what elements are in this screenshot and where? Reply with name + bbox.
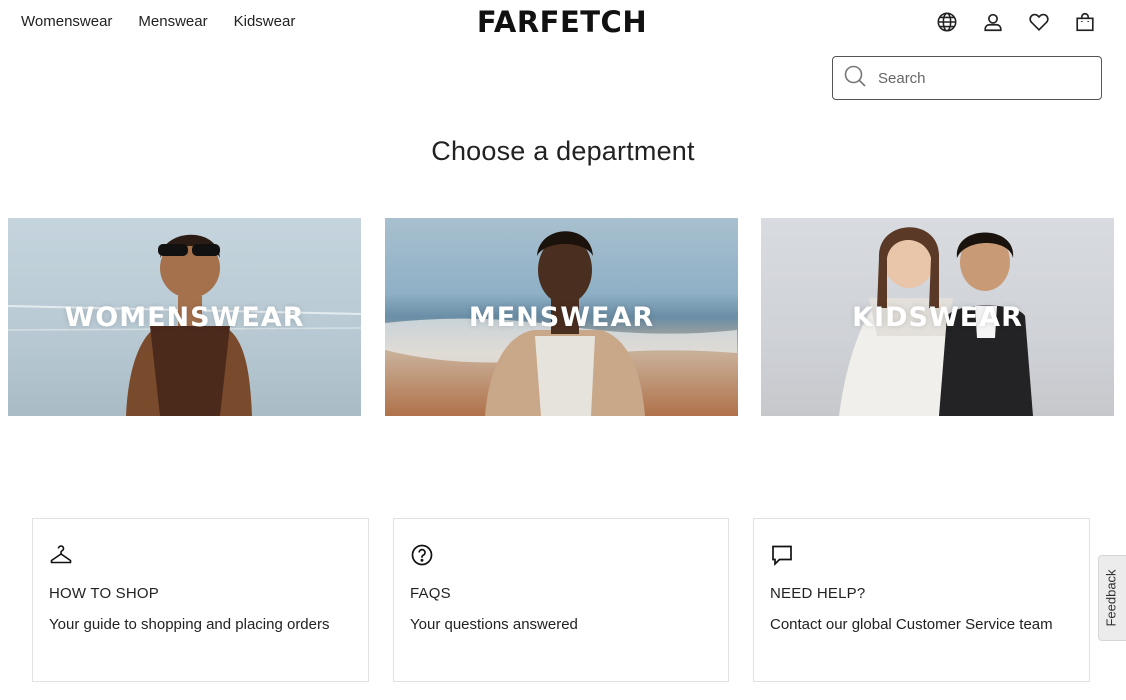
header-icon-group: [935, 10, 1097, 34]
help-card-faqs[interactable]: FAQS Your questions answered: [393, 518, 729, 682]
help-card-description: Contact our global Customer Service team: [770, 616, 1053, 633]
department-tile-womenswear[interactable]: WOMENSWEAR: [8, 218, 361, 416]
shopping-bag-icon[interactable]: [1073, 10, 1097, 34]
farfetch-logo[interactable]: FARFETCH: [460, 6, 664, 38]
department-label-menswear: MENSWEAR: [468, 301, 655, 333]
hanger-icon: [49, 543, 73, 567]
help-card-title: FAQS: [410, 585, 451, 602]
feedback-tab[interactable]: Feedback: [1098, 555, 1126, 641]
department-label-womenswear: WOMENSWEAR: [64, 301, 305, 333]
search-icon: [843, 64, 867, 93]
help-card-description: Your guide to shopping and placing order…: [49, 616, 330, 633]
account-icon[interactable]: [981, 10, 1005, 34]
nav-link-kidswear[interactable]: Kidswear: [234, 12, 296, 32]
help-card-title: HOW TO SHOP: [49, 585, 159, 602]
page-heading: Choose a department: [431, 136, 695, 166]
feedback-label: Feedback: [1103, 569, 1119, 627]
help-card-how-to-shop[interactable]: HOW TO SHOP Your guide to shopping and p…: [32, 518, 369, 682]
chat-bubble-icon: [770, 543, 794, 567]
search-box[interactable]: [832, 56, 1102, 100]
department-tile-menswear[interactable]: MENSWEAR: [385, 218, 738, 416]
nav-link-menswear[interactable]: Menswear: [138, 12, 207, 32]
search-input[interactable]: [878, 69, 1078, 87]
help-card-need-help[interactable]: NEED HELP? Contact our global Customer S…: [753, 518, 1090, 682]
question-circle-icon: [410, 543, 434, 567]
help-card-title: NEED HELP?: [770, 585, 866, 602]
wishlist-heart-icon[interactable]: [1027, 10, 1051, 34]
help-card-description: Your questions answered: [410, 616, 578, 633]
nav-link-womenswear[interactable]: Womenswear: [21, 12, 112, 32]
department-label-kidswear: KIDSWEAR: [852, 301, 1023, 333]
department-nav: Womenswear Menswear Kidswear: [21, 12, 295, 32]
department-tile-kidswear[interactable]: KIDSWEAR: [761, 218, 1114, 416]
globe-icon[interactable]: [935, 10, 959, 34]
